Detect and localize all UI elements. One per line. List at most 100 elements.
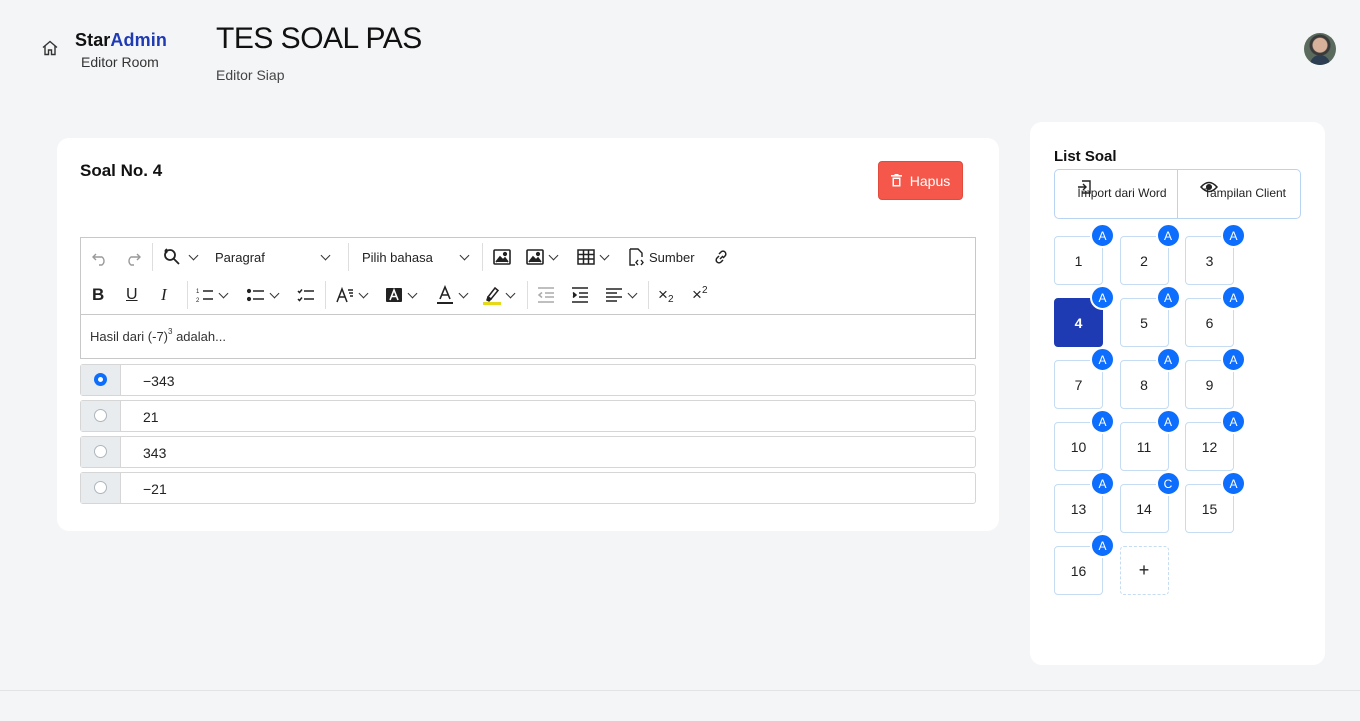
outdent-icon[interactable]	[537, 285, 555, 305]
question-number: 2	[1140, 252, 1148, 269]
paragraph-label: Paragraf	[215, 249, 265, 265]
option-radio[interactable]	[94, 445, 107, 458]
question-text-after: adalah...	[172, 329, 226, 344]
question-number: 16	[1070, 562, 1087, 579]
footer-divider	[0, 690, 1360, 691]
answer-key-badge: A	[1155, 223, 1181, 248]
answer-key-badge: A	[1090, 471, 1115, 496]
question-card: Soal No. 4 Hapus Paragraf Pilih bahasa S…	[57, 138, 999, 531]
client-preview-label: Tampilan Client	[1203, 186, 1287, 200]
trash-icon	[890, 174, 902, 187]
underline-icon[interactable]: U	[126, 285, 138, 305]
toolbar-row-1: Paragraf Pilih bahasa Sumber	[81, 238, 975, 276]
source-label: Sumber	[649, 249, 695, 265]
image-insert-dropdown[interactable]	[526, 247, 559, 267]
answer-key-badge: A	[1090, 533, 1115, 558]
question-number: 12	[1201, 438, 1218, 455]
superscript-icon[interactable]: × 2	[692, 285, 708, 305]
delete-button[interactable]: Hapus	[878, 161, 963, 200]
link-icon[interactable]	[712, 247, 730, 267]
bold-icon[interactable]: B	[92, 285, 104, 305]
question-number: 11	[1136, 438, 1152, 455]
source-code-icon	[629, 248, 644, 266]
avatar[interactable]	[1304, 33, 1336, 65]
source-button[interactable]: Sumber	[626, 247, 695, 267]
indent-icon[interactable]	[571, 285, 589, 305]
highlight-icon	[483, 286, 501, 305]
import-word-button[interactable]: Import dari Word	[1055, 170, 1177, 218]
home-icon[interactable]	[41, 39, 59, 57]
bullet-list-dropdown[interactable]	[247, 285, 280, 305]
top-bar: StarAdmin Editor Room TES SOAL PAS Edito…	[0, 0, 1360, 100]
highlight-dropdown[interactable]	[483, 285, 516, 305]
question-number: 9	[1205, 376, 1214, 393]
answer-key-badge: A	[1221, 409, 1246, 434]
option-radio[interactable]	[94, 481, 107, 494]
answer-option[interactable]: −21	[80, 472, 976, 504]
toolbar-row-2: B U I 12 × 2 × 2	[81, 276, 975, 314]
brand-part2: Admin	[110, 30, 167, 50]
svg-text:2: 2	[196, 298, 200, 304]
language-label: Pilih bahasa	[362, 249, 433, 265]
align-dropdown[interactable]	[605, 285, 638, 305]
question-number: 8	[1140, 376, 1148, 393]
answer-option[interactable]: −343	[80, 364, 976, 396]
answer-key-badge: A	[1090, 223, 1115, 248]
delete-label: Hapus	[909, 172, 951, 189]
option-radio[interactable]	[94, 373, 107, 386]
redo-icon[interactable]	[124, 247, 142, 267]
question-number: 5	[1140, 314, 1148, 331]
brand-subtitle: Editor Room	[81, 54, 159, 70]
numbered-list-icon: 12	[196, 289, 213, 304]
find-replace-dropdown[interactable]	[162, 247, 199, 267]
answer-key-badge: A	[1221, 471, 1246, 496]
answer-option[interactable]: 343	[80, 436, 976, 468]
italic-icon[interactable]: I	[161, 285, 167, 305]
undo-icon[interactable]	[91, 247, 109, 267]
answer-key-badge: A	[1221, 347, 1246, 372]
question-number: 15	[1201, 500, 1218, 517]
paragraph-dropdown[interactable]: Paragraf	[215, 247, 335, 267]
font-color-dropdown[interactable]	[436, 285, 469, 305]
question-list-title: List Soal	[1054, 148, 1117, 165]
subscript-icon[interactable]: × 2	[658, 285, 674, 305]
svg-text:1: 1	[196, 289, 200, 295]
answer-option[interactable]: 21	[80, 400, 976, 432]
answer-key-badge: A	[1155, 285, 1181, 310]
option-text: 21	[143, 409, 159, 425]
answer-key-badge: A	[1090, 347, 1115, 372]
image-upload-icon	[526, 249, 544, 265]
image-icon[interactable]	[493, 247, 511, 267]
page-subtitle: Editor Siap	[216, 67, 285, 83]
answer-key-badge: A	[1155, 409, 1181, 434]
question-number: 14	[1136, 500, 1152, 517]
font-size-dropdown[interactable]	[336, 285, 369, 305]
todo-list-icon[interactable]	[297, 285, 315, 305]
answer-key-badge: A	[1155, 347, 1181, 372]
align-left-icon	[606, 288, 622, 302]
brand-part1: Star	[75, 30, 111, 50]
list-actions: Import dari Word Tampilan Client	[1054, 169, 1301, 219]
option-radio[interactable]	[94, 409, 107, 422]
numbered-list-dropdown[interactable]: 12	[196, 285, 229, 305]
page-title: TES SOAL PAS	[216, 22, 422, 55]
background-color-dropdown[interactable]	[385, 285, 418, 305]
question-number: 1	[1074, 252, 1083, 269]
question-number: 13	[1070, 500, 1087, 517]
font-color-icon	[437, 285, 453, 304]
add-question-button[interactable]: +	[1119, 546, 1169, 595]
table-dropdown[interactable]	[577, 247, 610, 267]
bullet-list-icon	[247, 288, 264, 302]
find-replace-icon	[164, 248, 180, 265]
question-text[interactable]: Hasil dari (-7)3 adalah...	[81, 314, 975, 359]
answer-key-badge: A	[1221, 223, 1246, 248]
brand-logo[interactable]: StarAdmin	[75, 30, 167, 51]
font-size-icon	[336, 286, 353, 303]
background-color-icon	[386, 287, 402, 302]
answer-key-badge: C	[1155, 471, 1181, 496]
option-text: −343	[143, 373, 175, 389]
language-dropdown[interactable]: Pilih bahasa	[362, 247, 470, 267]
option-text: 343	[143, 445, 167, 461]
table-icon	[577, 249, 595, 265]
client-preview-button[interactable]: Tampilan Client	[1177, 170, 1300, 218]
